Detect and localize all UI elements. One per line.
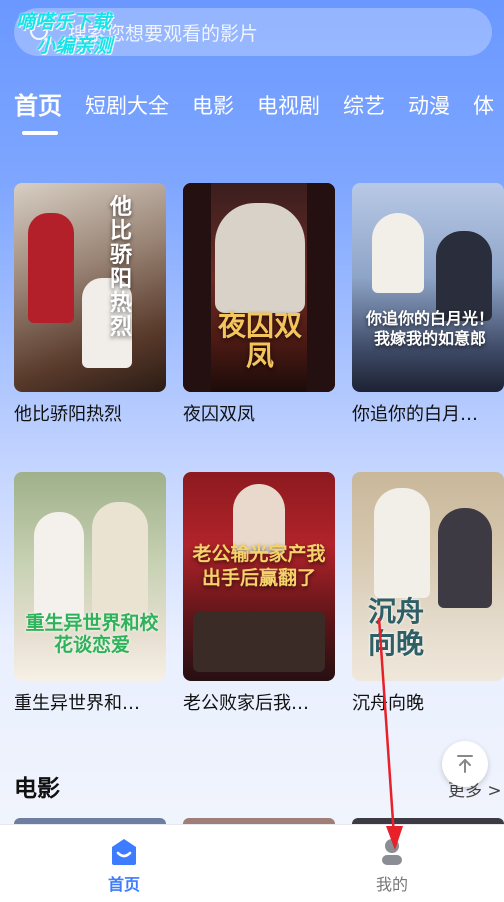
user-icon: [382, 839, 402, 865]
nav-home-label: 首页: [107, 875, 140, 894]
card-title: 他比骄阳热烈: [14, 404, 122, 425]
section-title-movies: 电影: [14, 776, 60, 802]
card-title: 你追你的白月…: [352, 404, 478, 425]
poster-image: 沉舟向晚: [352, 472, 504, 681]
drama-card[interactable]: 他比骄阳热烈 他比骄阳热烈: [14, 183, 166, 426]
poster-image: 重生异世界和校花谈恋爱: [14, 472, 166, 681]
watermark-logo: 嘀嗒乐下载 小编亲测: [16, 10, 146, 58]
card-title: 沉舟向晚: [352, 693, 424, 714]
poster-image: 你追你的白月光！我嫁我的如意郎: [352, 183, 504, 392]
tab-home[interactable]: 首页: [14, 88, 62, 128]
nav-me[interactable]: 我的: [332, 835, 452, 895]
tab-short-drama[interactable]: 短剧大全: [85, 88, 169, 128]
drama-card[interactable]: 重生异世界和校花谈恋爱 重生异世界和…: [14, 472, 166, 715]
tab-sports[interactable]: 体: [473, 88, 494, 128]
active-tab-indicator: [22, 131, 58, 135]
home-icon: [112, 839, 136, 865]
card-title: 重生异世界和…: [14, 693, 140, 714]
poster-title: 他比骄阳热烈: [110, 194, 133, 340]
card-title: 老公败家后我…: [183, 693, 309, 714]
arrow-up-icon: [457, 755, 473, 773]
poster-title: 夜囚双凤: [217, 309, 302, 372]
annotation-arrow: [377, 617, 403, 850]
poster-title: 沉舟向晚: [368, 595, 425, 660]
tab-variety[interactable]: 综艺: [343, 88, 385, 128]
category-tabs: 首页 短剧大全 电影 电视剧 综艺 动漫 体: [14, 88, 504, 128]
drama-card[interactable]: 你追你的白月光！我嫁我的如意郎 你追你的白月…: [352, 183, 504, 426]
poster-image: 夜囚双凤: [183, 183, 335, 392]
poster-title: 老公输光家产我出手后赢翻了: [192, 543, 326, 589]
card-title: 夜囚双凤: [183, 404, 255, 425]
tab-movie[interactable]: 电影: [192, 88, 234, 128]
bottom-navigation: 首页 我的: [0, 824, 504, 902]
nav-me-label: 我的: [375, 875, 408, 894]
tab-anime[interactable]: 动漫: [408, 88, 450, 128]
poster-image: 老公输光家产我出手后赢翻了: [183, 472, 335, 681]
poster-title: 重生异世界和校花谈恋爱: [25, 612, 159, 656]
drama-card[interactable]: 夜囚双凤 夜囚双凤: [183, 183, 335, 426]
drama-card[interactable]: 老公输光家产我出手后赢翻了 老公败家后我…: [183, 472, 335, 715]
drama-card[interactable]: 沉舟向晚 沉舟向晚: [352, 472, 504, 715]
tab-tv-series[interactable]: 电视剧: [257, 88, 320, 128]
back-to-top-button[interactable]: [442, 741, 488, 787]
poster-image: 他比骄阳热烈: [14, 183, 166, 392]
watermark-line-2: 小编亲测: [36, 35, 113, 57]
watermark-line-1: 嘀嗒乐下载: [16, 11, 112, 33]
poster-title: 你追你的白月光！我嫁我的如意郎: [365, 309, 494, 348]
nav-home[interactable]: 首页: [64, 835, 184, 895]
